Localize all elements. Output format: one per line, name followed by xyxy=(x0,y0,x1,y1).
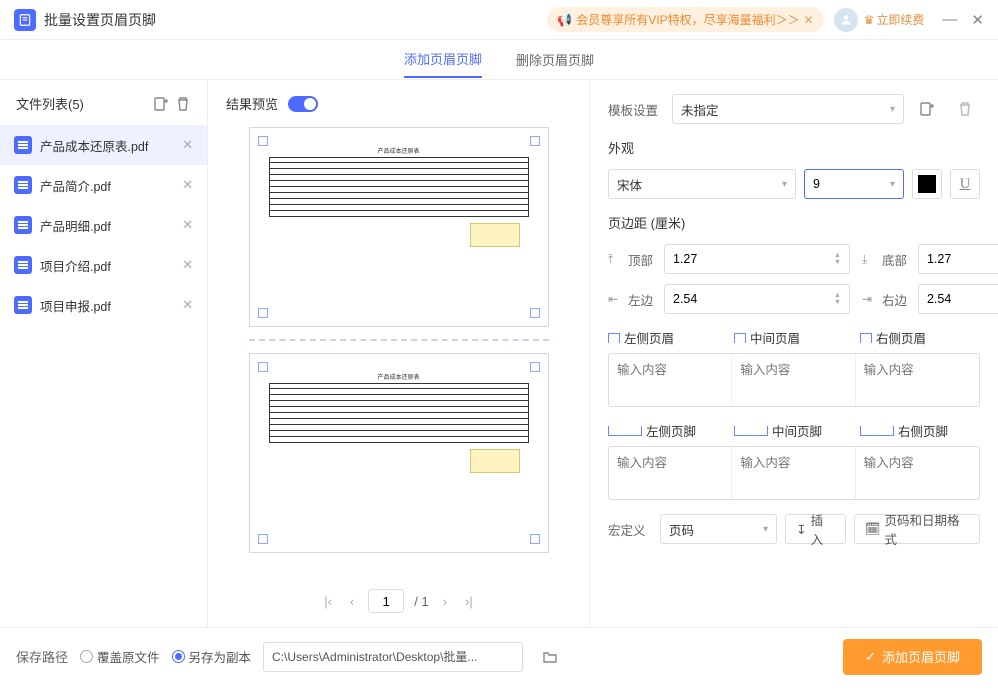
footer-left-input[interactable] xyxy=(617,456,723,470)
margin-title: 页边距 (厘米) xyxy=(608,213,980,232)
clear-files-icon[interactable] xyxy=(175,96,191,112)
add-file-icon[interactable] xyxy=(153,96,169,112)
pager-prev[interactable]: ‹ xyxy=(346,592,358,611)
header-left-input[interactable] xyxy=(617,363,723,377)
footer-right-input[interactable] xyxy=(864,456,971,470)
crown-icon: ♛ xyxy=(864,13,875,27)
remove-file-icon[interactable]: ✕ xyxy=(182,217,193,233)
file-item[interactable]: 产品成本还原表.pdf ✕ xyxy=(0,125,207,165)
pager-current-input[interactable] xyxy=(368,589,404,613)
template-select[interactable]: 未指定 ▾ xyxy=(672,94,904,124)
window-title: 批量设置页眉页脚 xyxy=(44,10,156,30)
footer-left-icon xyxy=(608,426,642,436)
file-icon xyxy=(14,296,32,314)
underline-button[interactable]: U xyxy=(950,169,980,199)
delete-template-icon[interactable] xyxy=(950,94,980,124)
file-item[interactable]: 项目介绍.pdf ✕ xyxy=(0,245,207,285)
footer-right-icon xyxy=(860,426,894,436)
radio-overwrite[interactable]: 覆盖原文件 xyxy=(80,647,160,666)
tab-remove[interactable]: 删除页眉页脚 xyxy=(516,42,594,77)
pager-last[interactable]: ›| xyxy=(461,592,477,611)
tabs: 添加页眉页脚 删除页眉页脚 xyxy=(0,40,998,80)
preview-page: 产品成本还原表 xyxy=(249,127,549,327)
footer-center-icon xyxy=(734,426,768,436)
window-controls: — ✕ xyxy=(942,11,984,29)
chevron-down-icon: ▾ xyxy=(890,104,895,115)
appearance-title: 外观 xyxy=(608,138,980,157)
check-icon: ✓ xyxy=(865,649,876,665)
file-list-panel: 文件列表(5) 产品成本还原表.pdf ✕ 产品简介.pdf ✕ 产品明细.pd… xyxy=(0,80,208,627)
template-label: 模板设置 xyxy=(608,100,664,119)
preview-label: 结果预览 xyxy=(226,94,278,113)
margin-top-icon: ⤒ xyxy=(608,252,622,267)
apply-button[interactable]: ✓ 添加页眉页脚 xyxy=(843,639,982,675)
margin-left-icon: ⇤ xyxy=(608,292,622,306)
insert-icon: ↧ xyxy=(796,522,806,537)
save-template-icon[interactable] xyxy=(912,94,942,124)
header-left-icon xyxy=(608,333,620,343)
margin-top-input[interactable]: ▲▼ xyxy=(664,244,850,274)
header-right-input[interactable] xyxy=(864,363,971,377)
save-path-label: 保存路径 xyxy=(16,647,68,666)
margin-right-input[interactable]: ▲▼ xyxy=(918,284,998,314)
file-item[interactable]: 项目申报.pdf ✕ xyxy=(0,285,207,325)
speaker-icon: 📢 xyxy=(557,13,572,27)
footer-bar: 保存路径 覆盖原文件 另存为副本 C:\Users\Administrator\… xyxy=(0,627,998,685)
pager-next[interactable]: › xyxy=(439,592,451,611)
vip-banner[interactable]: 📢 会员尊享所有VIP特权，尽享海量福利＞＞ ✕ xyxy=(547,7,823,32)
insert-button[interactable]: ↧ 插入 xyxy=(785,514,845,544)
chevron-down-icon: ▾ xyxy=(763,524,768,535)
header-center-icon xyxy=(734,333,746,343)
renew-link[interactable]: ♛ 立即续费 xyxy=(864,11,925,28)
margin-right-icon: ⇥ xyxy=(862,292,876,306)
pager-total: / 1 xyxy=(414,594,428,609)
remove-file-icon[interactable]: ✕ xyxy=(182,297,193,313)
close-button[interactable]: ✕ xyxy=(971,11,984,29)
file-icon xyxy=(14,256,32,274)
font-select[interactable]: 宋体 ▾ xyxy=(608,169,796,199)
margin-bottom-icon: ⤓ xyxy=(862,252,876,267)
macro-label: 宏定义 xyxy=(608,520,652,539)
browse-folder-icon[interactable] xyxy=(535,642,565,672)
preview-panel: 结果预览 产品成本还原表 产品成本还原表 |‹ ‹ / 1 › xyxy=(208,80,590,627)
titlebar: 批量设置页眉页脚 📢 会员尊享所有VIP特权，尽享海量福利＞＞ ✕ ♛ 立即续费… xyxy=(0,0,998,40)
chevron-down-icon: ▾ xyxy=(782,179,787,190)
remove-file-icon[interactable]: ✕ xyxy=(182,137,193,153)
file-list-title: 文件列表(5) xyxy=(16,94,84,113)
calendar-icon: 🗓 xyxy=(865,522,881,537)
app-icon xyxy=(14,9,36,31)
file-icon xyxy=(14,216,32,234)
tab-add[interactable]: 添加页眉页脚 xyxy=(404,41,482,78)
font-size-input[interactable]: ▾ xyxy=(804,169,904,199)
preview-page: 产品成本还原表 xyxy=(249,353,549,553)
file-item[interactable]: 产品明细.pdf ✕ xyxy=(0,205,207,245)
file-icon xyxy=(14,136,32,154)
minimize-button[interactable]: — xyxy=(942,11,957,29)
chevron-down-icon: ▾ xyxy=(890,179,895,190)
file-icon xyxy=(14,176,32,194)
footer-center-input[interactable] xyxy=(740,456,846,470)
vip-close-icon[interactable]: ✕ xyxy=(804,13,814,27)
color-picker[interactable] xyxy=(912,169,942,199)
pager: |‹ ‹ / 1 › ›| xyxy=(226,589,571,613)
avatar[interactable] xyxy=(834,8,858,32)
pager-first[interactable]: |‹ xyxy=(320,592,336,611)
settings-panel: 模板设置 未指定 ▾ 外观 宋体 ▾ ▾ U xyxy=(590,80,998,627)
remove-file-icon[interactable]: ✕ xyxy=(182,257,193,273)
header-right-icon xyxy=(860,333,872,343)
date-format-button[interactable]: 🗓 页码和日期格式 xyxy=(854,514,980,544)
header-center-input[interactable] xyxy=(740,363,846,377)
margin-left-input[interactable]: ▲▼ xyxy=(664,284,850,314)
file-item[interactable]: 产品简介.pdf ✕ xyxy=(0,165,207,205)
margin-bottom-input[interactable]: ▲▼ xyxy=(918,244,998,274)
remove-file-icon[interactable]: ✕ xyxy=(182,177,193,193)
save-path-display: C:\Users\Administrator\Desktop\批量... xyxy=(263,642,523,672)
page-separator xyxy=(249,339,549,341)
preview-toggle[interactable] xyxy=(288,96,318,112)
macro-select[interactable]: 页码 ▾ xyxy=(660,514,777,544)
radio-saveas[interactable]: 另存为副本 xyxy=(172,647,252,666)
